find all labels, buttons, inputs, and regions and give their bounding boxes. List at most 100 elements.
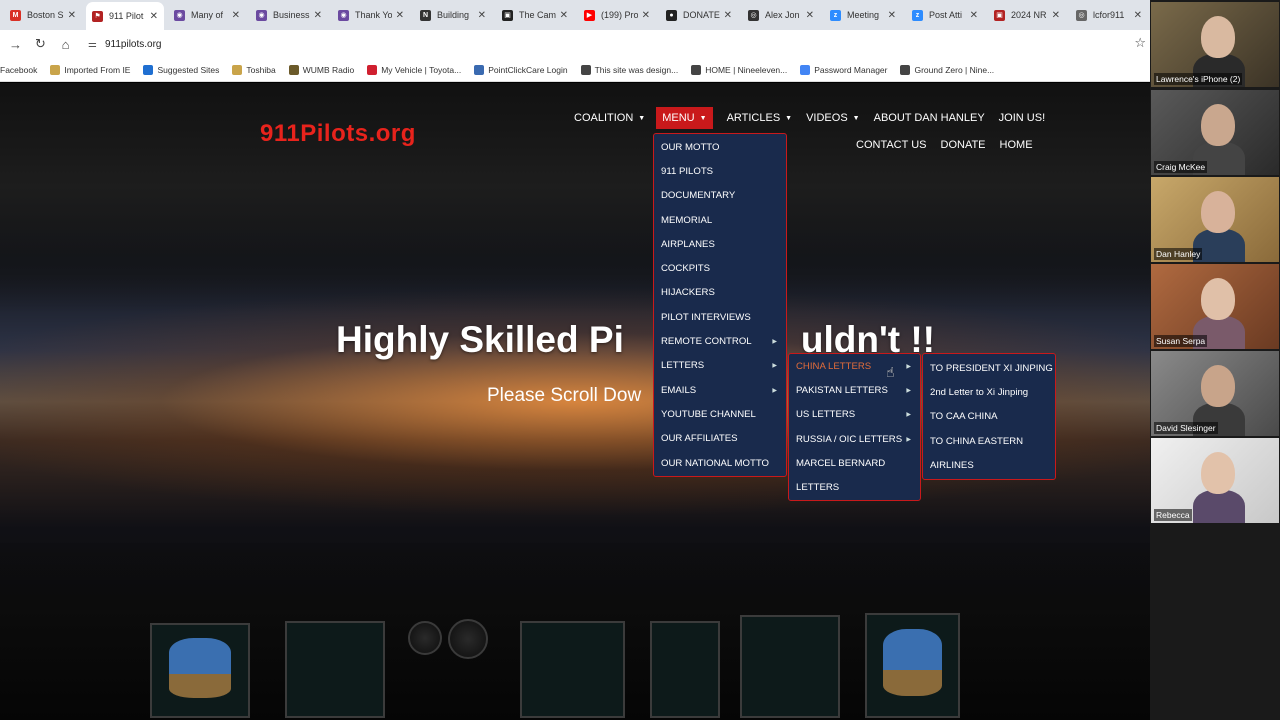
tab-close-icon[interactable]: ✕: [806, 10, 814, 21]
bookmark-item[interactable]: Ground Zero | Nine...: [900, 64, 995, 75]
bookmark-item[interactable]: Imported From IE: [50, 64, 130, 75]
participant-tile[interactable]: Craig McKee: [1151, 90, 1279, 175]
letters-menu-item[interactable]: RUSSIA / OIC LETTERS ▶: [789, 427, 920, 451]
tab-close-icon[interactable]: ✕: [1134, 10, 1142, 21]
menu-item[interactable]: HIJACKERS: [654, 281, 786, 305]
bookmark-item[interactable]: Toshiba: [232, 64, 276, 75]
tab-title: Boston S: [27, 10, 64, 20]
browser-tab[interactable]: ◎ lcfor911 ✕: [1070, 3, 1148, 27]
bookmark-item[interactable]: This site was design...: [580, 64, 678, 75]
tab-close-icon[interactable]: ✕: [232, 10, 240, 21]
participant-tile[interactable]: Dan Hanley: [1151, 177, 1279, 262]
menu-item[interactable]: PILOT INTERVIEWS: [654, 305, 786, 329]
letters-menu-item[interactable]: MARCEL BERNARD: [789, 451, 920, 475]
nav-item[interactable]: JOIN US!: [999, 107, 1045, 129]
china-letters-menu-item[interactable]: AIRLINES: [923, 453, 1055, 477]
menu-item[interactable]: OUR NATIONAL MOTTO: [654, 451, 786, 475]
tab-close-icon[interactable]: ✕: [68, 10, 76, 21]
china-letters-menu-item[interactable]: TO CHINA EASTERN: [923, 429, 1055, 453]
tab-close-icon[interactable]: ✕: [1052, 10, 1060, 21]
browser-tab[interactable]: ▣ 2024 NR ✕: [988, 3, 1066, 27]
browser-tab[interactable]: ⚑ 911 Pilot ✕: [86, 2, 164, 30]
menu-item-label: EMAILS: [661, 384, 697, 396]
bookmark-star-icon[interactable]: ☆: [1134, 35, 1146, 51]
browser-tab[interactable]: ▣ The Cam ✕: [496, 3, 574, 27]
menu-item-label: TO CHINA EASTERN: [930, 435, 1024, 447]
menu-item[interactable]: MEMORIAL: [654, 208, 786, 232]
nav-item[interactable]: VIDEOS ▼: [806, 107, 860, 129]
participant-face: [1201, 365, 1235, 407]
tab-close-icon[interactable]: ✕: [478, 10, 486, 21]
site-logo[interactable]: 911Pilots.org: [260, 120, 416, 148]
participant-tile[interactable]: Rebecca: [1151, 438, 1279, 523]
menu-item[interactable]: REMOTE CONTROL ▶: [654, 329, 786, 353]
nav-item[interactable]: CONTACT US: [856, 134, 927, 156]
menu-item[interactable]: EMAILS ▶: [654, 378, 786, 402]
menu-item[interactable]: AIRPLANES: [654, 232, 786, 256]
browser-tab[interactable]: z Post Atti ✕: [906, 3, 984, 27]
menu-item[interactable]: COCKPITS: [654, 256, 786, 280]
participant-tile[interactable]: David Slesinger: [1151, 351, 1279, 436]
tab-close-icon[interactable]: ✕: [888, 10, 896, 21]
browser-tab[interactable]: ◎ Alex Jon ✕: [742, 3, 820, 27]
tab-favicon-icon: ▣: [502, 9, 513, 21]
nav-item[interactable]: HOME: [1000, 134, 1033, 156]
browser-tab[interactable]: N Building ✕: [414, 3, 492, 27]
address-bar[interactable]: ⚌ 911pilots.org: [88, 34, 1118, 54]
letters-menu-item[interactable]: PAKISTAN LETTERS ▶: [789, 378, 920, 402]
bookmark-item[interactable]: WUMB Radio: [288, 64, 354, 75]
bookmark-item[interactable]: PointClickCare Login: [474, 64, 568, 75]
bookmark-item[interactable]: Password Manager: [800, 64, 887, 75]
forward-icon[interactable]: →: [3, 37, 28, 52]
browser-tab[interactable]: ▶ (199) Pro ✕: [578, 3, 656, 27]
participant-tile[interactable]: Lawrence's iPhone (2): [1151, 2, 1279, 87]
tab-close-icon[interactable]: ✕: [970, 10, 978, 21]
browser-tab[interactable]: ◉ Business ✕: [250, 3, 328, 27]
tab-close-icon[interactable]: ✕: [560, 10, 568, 21]
tab-close-icon[interactable]: ✕: [724, 10, 732, 21]
caret-down-icon: ▼: [785, 114, 793, 122]
participant-tile[interactable]: Susan Serpa: [1151, 264, 1279, 349]
browser-tab[interactable]: ◉ Many of ✕: [168, 3, 246, 27]
tab-favicon-icon: N: [420, 9, 431, 21]
menu-item[interactable]: 911 PILOTS: [654, 159, 786, 183]
nav-item[interactable]: ABOUT DAN HANLEY: [874, 107, 985, 129]
nav-item[interactable]: ARTICLES ▼: [727, 107, 793, 129]
letters-menu-item[interactable]: CHINA LETTERS ▶: [789, 354, 920, 378]
letters-menu-item[interactable]: LETTERS: [789, 475, 920, 499]
browser-tab[interactable]: z Meeting ✕: [824, 3, 902, 27]
bookmark-item[interactable]: HOME | Nineeleven...: [691, 64, 787, 75]
menu-item[interactable]: YOUTUBE CHANNEL: [654, 402, 786, 426]
nav-item[interactable]: MENU ▼: [656, 107, 713, 129]
menu-item[interactable]: OUR AFFILIATES: [654, 427, 786, 451]
tab-close-icon[interactable]: ✕: [150, 11, 158, 22]
bookmark-label: Ground Zero | Nine...: [914, 64, 995, 75]
menu-item-label: MEMORIAL: [661, 214, 713, 226]
china-letters-menu-item[interactable]: 2nd Letter to Xi Jinping: [923, 380, 1055, 404]
menu-item-label: TO PRESIDENT XI JINPING: [930, 362, 1053, 374]
nav-item[interactable]: DONATE: [941, 134, 986, 156]
menu-item-label: OUR AFFILIATES: [661, 433, 738, 445]
menu-item-label: PAKISTAN LETTERS: [796, 384, 888, 396]
menu-item[interactable]: DOCUMENTARY: [654, 184, 786, 208]
menu-item-label: MARCEL BERNARD: [796, 457, 886, 469]
site-info-icon[interactable]: ⚌: [88, 39, 97, 50]
tab-close-icon[interactable]: ✕: [314, 10, 322, 21]
home-icon[interactable]: ⌂: [53, 37, 78, 52]
letters-menu-item[interactable]: US LETTERS ▶: [789, 403, 920, 427]
browser-tab[interactable]: ◉ Thank Yo ✕: [332, 3, 410, 27]
china-letters-menu-item[interactable]: TO PRESIDENT XI JINPING: [923, 356, 1055, 380]
browser-tab[interactable]: ● DONATE ✕: [660, 3, 738, 27]
bookmark-item[interactable]: Suggested Sites: [143, 64, 219, 75]
tab-close-icon[interactable]: ✕: [642, 10, 650, 21]
reload-icon[interactable]: ↻: [28, 36, 53, 52]
tab-close-icon[interactable]: ✕: [396, 10, 404, 21]
bookmark-item[interactable]: My Vehicle | Toyota...: [367, 64, 461, 75]
browser-tab[interactable]: M Boston S ✕: [4, 3, 82, 27]
china-letters-menu-item[interactable]: TO CAA CHINA: [923, 405, 1055, 429]
bookmark-favicon-icon: [50, 64, 61, 75]
nav-item[interactable]: COALITION ▼: [574, 107, 645, 129]
menu-item[interactable]: OUR MOTTO: [654, 135, 786, 159]
menu-item[interactable]: LETTERS ▶: [654, 354, 786, 378]
bookmark-item[interactable]: Facebook: [0, 65, 37, 75]
